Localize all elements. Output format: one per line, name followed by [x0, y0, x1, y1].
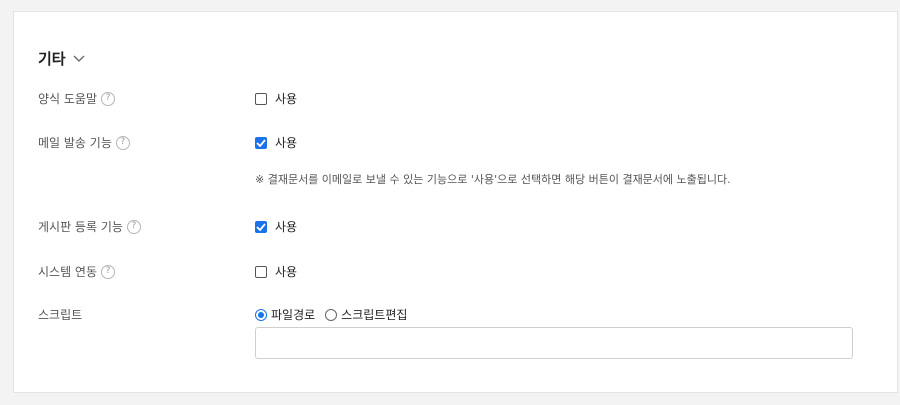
board-register-option-label: 사용: [275, 220, 298, 234]
form-help-label: 양식 도움말: [38, 92, 98, 106]
mail-send-label-row: 메일 발송 기능 ?: [38, 134, 130, 151]
section-title: 기타: [38, 50, 66, 68]
board-register-checkbox[interactable]: [255, 220, 267, 233]
script-label-row: 스크립트: [38, 306, 82, 323]
file-path-radio-label: 파일경로: [271, 308, 316, 322]
form-help-option-label: 사용: [275, 92, 298, 106]
help-icon[interactable]: ?: [101, 91, 116, 106]
system-link-option-label: 사용: [275, 265, 298, 279]
form-help-checkbox[interactable]: [255, 92, 267, 105]
settings-panel: 기타 양식 도움말 ? 사용 메일 발송 기능 ? 사용 ※ 결재문서를 이메일…: [13, 11, 898, 393]
radio-file-path[interactable]: 파일경로: [255, 306, 315, 323]
script-label: 스크립트: [38, 308, 83, 322]
mail-send-label: 메일 발송 기능: [38, 136, 112, 150]
system-link-checkbox[interactable]: [255, 265, 267, 278]
chevron-down-icon: [72, 52, 86, 66]
system-link-option[interactable]: 사용: [255, 263, 297, 280]
mail-send-option[interactable]: 사용: [255, 134, 297, 151]
checkmark-icon: [256, 138, 266, 147]
board-register-label: 게시판 등록 기능: [38, 220, 123, 234]
file-path-radio[interactable]: [255, 308, 267, 321]
board-register-option[interactable]: 사용: [255, 218, 297, 235]
form-help-label-row: 양식 도움말 ?: [38, 90, 116, 107]
script-edit-radio[interactable]: [325, 308, 338, 321]
section-header-etc[interactable]: 기타: [38, 48, 86, 69]
form-help-option[interactable]: 사용: [255, 90, 297, 107]
help-icon[interactable]: ?: [115, 135, 130, 150]
help-icon[interactable]: ?: [101, 264, 116, 279]
script-edit-radio-label: 스크립트편집: [341, 308, 408, 322]
checkmark-icon: [256, 222, 266, 231]
radio-script-edit[interactable]: 스크립트편집: [325, 306, 407, 323]
help-icon[interactable]: ?: [126, 219, 141, 234]
mail-send-option-label: 사용: [275, 136, 298, 150]
mail-send-checkbox[interactable]: [255, 136, 267, 149]
system-link-label: 시스템 연동: [38, 265, 98, 279]
mail-send-note: ※ 결재문서를 이메일로 보낼 수 있는 기능으로 '사용'으로 선택하면 해당…: [255, 173, 731, 186]
system-link-label-row: 시스템 연동 ?: [38, 263, 116, 280]
script-path-input[interactable]: [255, 327, 853, 359]
script-radio-group: 파일경로 스크립트편집: [255, 306, 407, 323]
board-register-label-row: 게시판 등록 기능 ?: [38, 218, 141, 235]
